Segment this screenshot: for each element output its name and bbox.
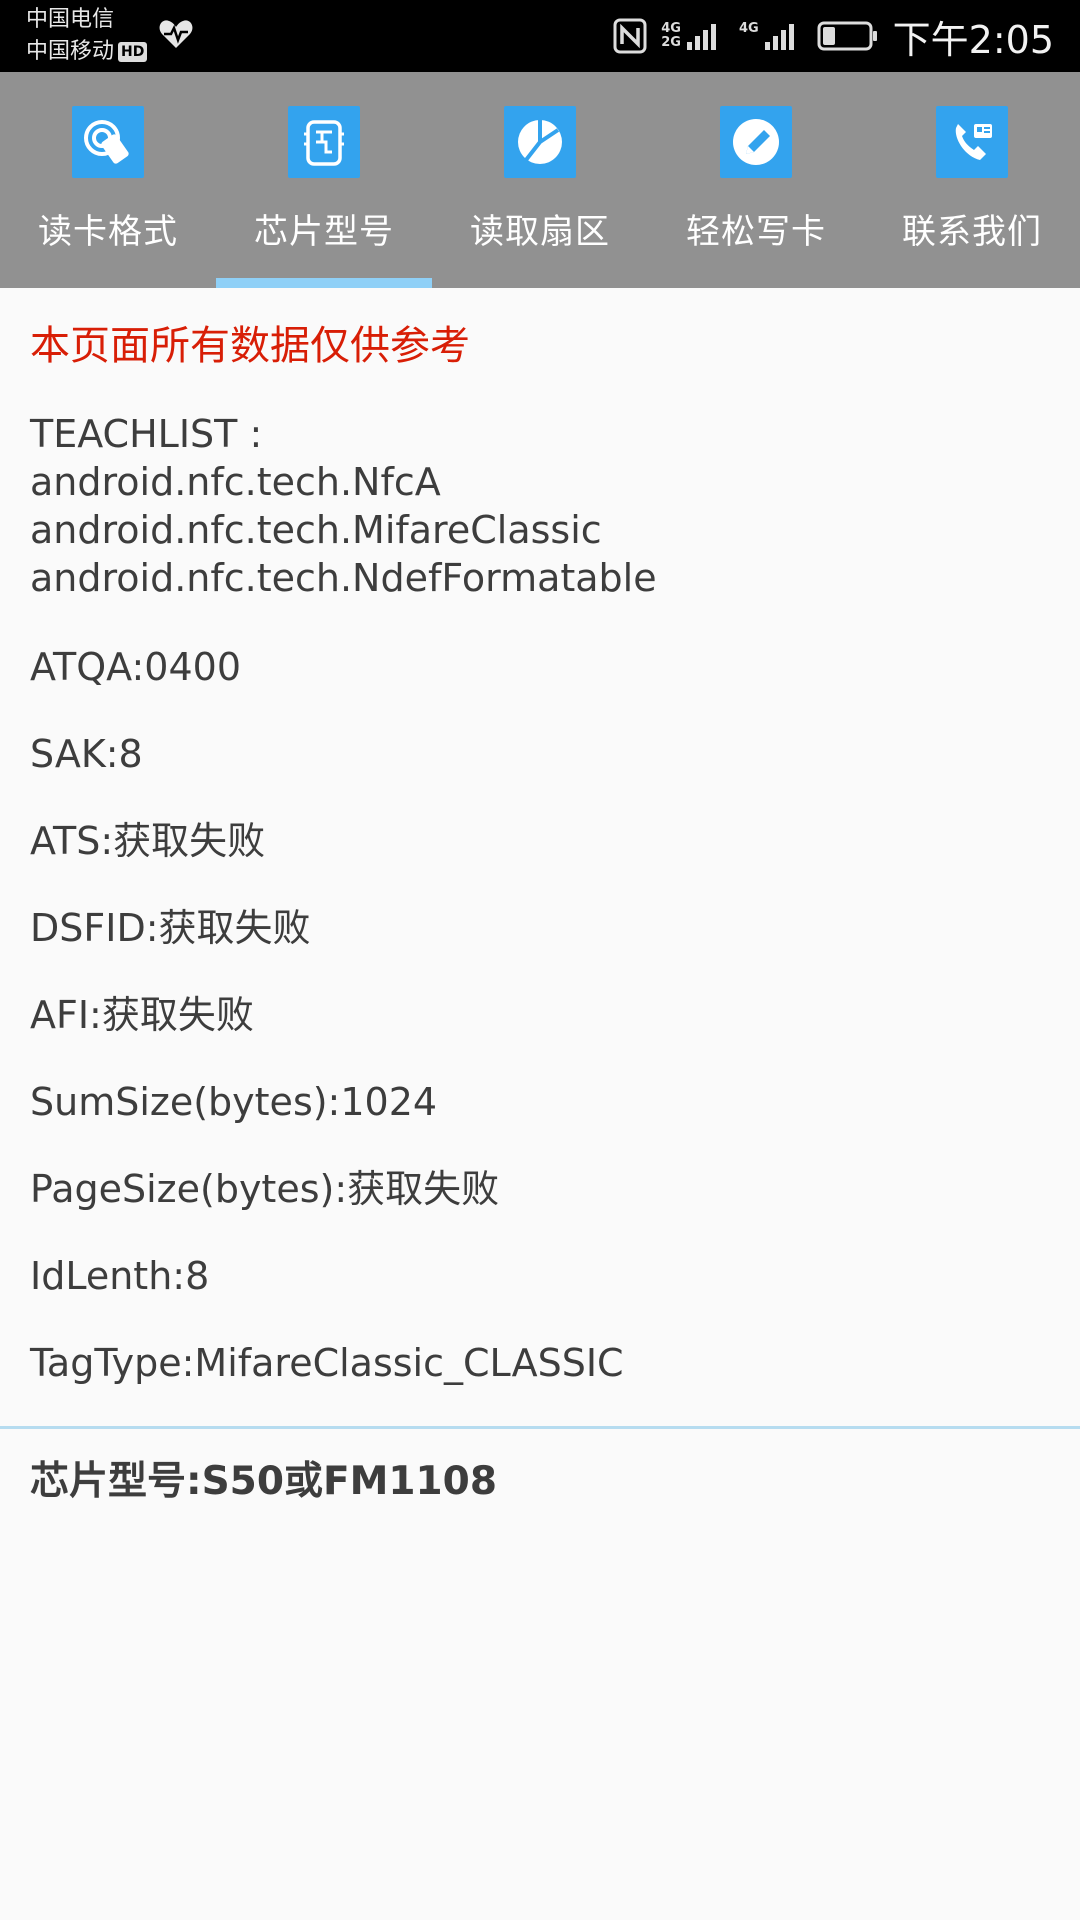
ats-value: ATS:获取失败 xyxy=(30,819,266,863)
techlist-header: TEACHLIST : xyxy=(30,412,263,456)
chip-model-result: 芯片型号:S50或FM1108 xyxy=(30,1459,497,1504)
battery-icon xyxy=(817,21,877,51)
tab-label: 轻松写卡 xyxy=(686,212,826,252)
atqa-value: ATQA:0400 xyxy=(30,645,242,689)
page-size-value: PageSize(bytes):获取失败 xyxy=(30,1167,500,1211)
tab-contact-us[interactable]: 联系我们 xyxy=(864,72,1080,288)
tab-chip-model[interactable]: 芯片型号 xyxy=(216,72,432,288)
tab-label: 读卡格式 xyxy=(38,212,178,252)
clock: 下午2:05 xyxy=(892,17,1054,62)
signal-1-icon xyxy=(686,24,716,50)
carrier-row-1: 中国电信 xyxy=(26,4,147,36)
status-bar: 中国电信 中国移动 HD 4G 2G 4G 下午2:05 xyxy=(0,0,1080,72)
network-type-tag: 4G 2G xyxy=(661,22,681,50)
network-bottom-label: 2G xyxy=(661,35,681,50)
dsfid-value: DSFID:获取失败 xyxy=(30,906,311,950)
tab-read-sector[interactable]: 读取扇区 xyxy=(432,72,648,288)
network-2-spacer xyxy=(747,36,752,50)
chip-icon xyxy=(288,106,360,178)
id-length-value: IdLenth:8 xyxy=(30,1254,210,1298)
tech-item: android.nfc.tech.NdefFormatable xyxy=(30,556,657,600)
tab-label: 读取扇区 xyxy=(470,212,610,252)
contact-phone-icon xyxy=(936,106,1008,178)
pencil-icon xyxy=(720,106,792,178)
carrier-info: 中国电信 中国移动 HD xyxy=(26,4,148,68)
tab-easy-write[interactable]: 轻松写卡 xyxy=(648,72,864,288)
sum-size-value: SumSize(bytes):1024 xyxy=(30,1080,438,1124)
tag-type-value: TagType:MifareClassic_CLASSIC xyxy=(30,1341,624,1385)
afi-value: AFI:获取失败 xyxy=(30,993,254,1037)
divider xyxy=(0,1426,1080,1429)
nfc-card-icon xyxy=(72,106,144,178)
carrier-1-label: 中国电信 xyxy=(26,7,115,32)
selected-tab-indicator xyxy=(216,278,432,288)
tab-read-format[interactable]: 读卡格式 xyxy=(0,72,216,288)
tech-item: android.nfc.tech.MifareClassic xyxy=(30,508,602,552)
carrier-row-2: 中国移动 HD xyxy=(26,36,148,68)
network-2-tag: 4G xyxy=(739,22,759,50)
reference-notice: 本页面所有数据仅供参考 xyxy=(30,323,470,369)
network-2-label: 4G xyxy=(738,21,759,36)
tech-item: android.nfc.tech.NfcA xyxy=(30,460,441,504)
nfc-icon xyxy=(613,18,647,54)
tab-label: 芯片型号 xyxy=(254,212,394,252)
sak-value: SAK:8 xyxy=(30,732,143,776)
status-right: 4G 2G 4G 下午2:05 xyxy=(613,0,1054,72)
tab-bar: 读卡格式 芯片型号 读取扇区 轻松写卡 联系我们 xyxy=(0,72,1080,288)
heart-rate-icon xyxy=(159,20,193,48)
tab-label: 联系我们 xyxy=(902,212,1042,252)
carrier-2-label: 中国移动 xyxy=(26,39,115,64)
hd-badge: HD xyxy=(118,42,148,62)
pie-chart-icon xyxy=(504,106,576,178)
signal-2-icon xyxy=(764,24,794,50)
network-top-label: 4G xyxy=(661,21,681,36)
